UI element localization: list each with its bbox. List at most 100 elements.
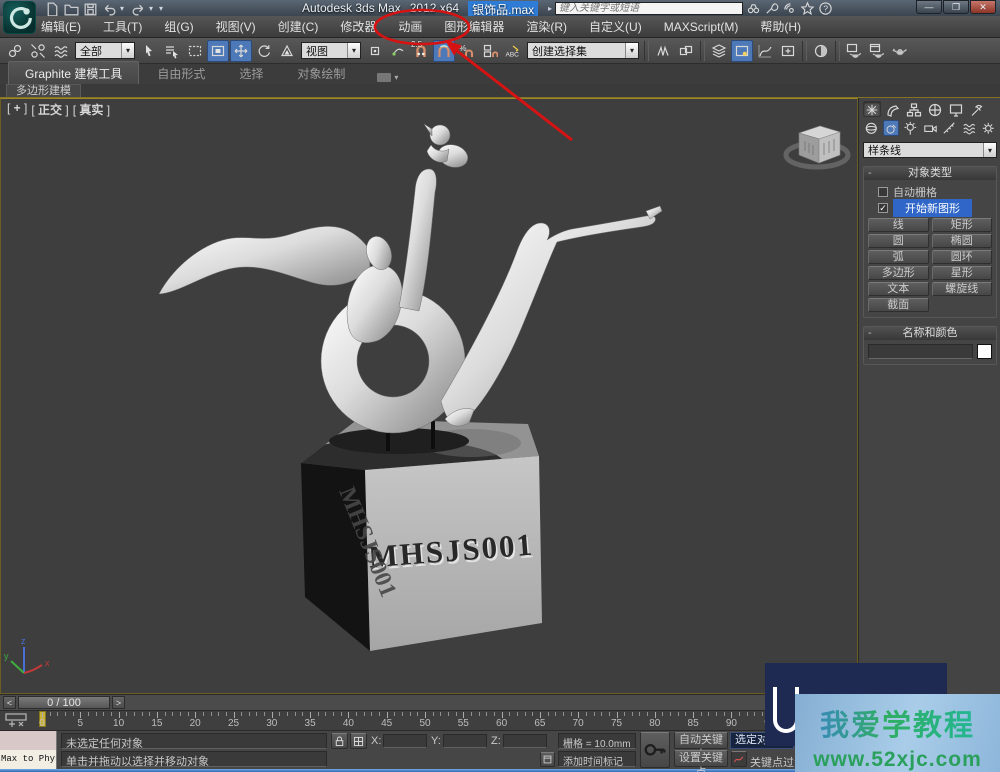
maximize-button[interactable]: ❒ bbox=[943, 0, 969, 14]
z-coordinate-field[interactable] bbox=[503, 734, 547, 748]
dropdown-arrow-icon[interactable]: ▾ bbox=[625, 43, 638, 58]
shape-button-多边形[interactable]: 多边形 bbox=[868, 266, 929, 280]
unlink-selection[interactable] bbox=[27, 40, 49, 62]
favorites-star-icon[interactable] bbox=[800, 1, 815, 16]
set-keys-button[interactable] bbox=[640, 732, 670, 768]
ribbon-tab-Graphite 建模工具[interactable]: Graphite 建模工具 bbox=[8, 61, 140, 84]
reference-coordinate-system-dropdown[interactable]: 视图 ▾ bbox=[301, 42, 361, 59]
select-and-move[interactable] bbox=[230, 39, 252, 62]
shape-category-dropdown[interactable]: 样条线 ▾ bbox=[863, 142, 997, 158]
cameras-category[interactable] bbox=[922, 120, 939, 136]
shape-button-截面[interactable]: 截面 bbox=[868, 298, 929, 312]
spacewarps-category[interactable] bbox=[961, 120, 978, 136]
default-in-out-tangent-icon[interactable] bbox=[731, 751, 747, 767]
add-time-tag[interactable]: 添加时间标记 bbox=[558, 751, 636, 767]
snap-toggle-2-5d[interactable]: 2.5 bbox=[410, 40, 432, 62]
ribbon-tab-对象绘制[interactable]: 对象绘制 bbox=[281, 62, 361, 84]
select-object[interactable] bbox=[138, 40, 160, 62]
create-tab[interactable] bbox=[863, 101, 881, 117]
name-color-rollout-header[interactable]: - 名称和颜色 bbox=[864, 327, 996, 340]
previous-frame-button[interactable]: < bbox=[3, 696, 16, 709]
shape-button-弧[interactable]: 弧 bbox=[868, 250, 929, 264]
menu-item-编辑(E)[interactable]: 编辑(E) bbox=[30, 15, 92, 38]
helpers-category[interactable] bbox=[941, 120, 958, 136]
object-type-rollout-header[interactable]: - 对象类型 bbox=[864, 167, 996, 180]
ribbon-minimize-control[interactable]: ▾ bbox=[377, 73, 398, 84]
select-and-rotate[interactable] bbox=[253, 40, 275, 62]
bind-to-space-warp[interactable] bbox=[50, 40, 72, 62]
select-and-link[interactable] bbox=[4, 40, 26, 62]
object-name-input[interactable] bbox=[868, 344, 973, 359]
selection-filter-dropdown[interactable]: 全部 ▾ bbox=[75, 42, 135, 59]
undo-button[interactable] bbox=[101, 1, 118, 16]
material-editor[interactable] bbox=[810, 40, 832, 62]
shape-button-星形[interactable]: 星形 bbox=[931, 266, 992, 280]
menu-item-动画[interactable]: 动画 bbox=[387, 15, 433, 38]
viewport-menu-pov[interactable]: [ 正交 ] bbox=[30, 101, 69, 118]
dancer-statue[interactable] bbox=[158, 123, 663, 454]
angle-snap-toggle[interactable] bbox=[433, 39, 455, 62]
graphite-ribbon-toggle[interactable] bbox=[731, 39, 753, 62]
schematic-view[interactable] bbox=[777, 40, 799, 62]
start-new-shape-checkbox[interactable]: ✓ bbox=[878, 203, 888, 213]
menu-item-MAXScript(M)[interactable]: MAXScript(M) bbox=[653, 17, 750, 37]
use-pivot-point-center[interactable] bbox=[364, 40, 386, 62]
search-expand-icon[interactable]: ▸ bbox=[548, 4, 552, 13]
save-file-button[interactable] bbox=[82, 1, 99, 16]
menu-item-创建(C)[interactable]: 创建(C) bbox=[267, 15, 330, 38]
application-menu-button[interactable] bbox=[3, 1, 36, 34]
rectangular-selection-region[interactable] bbox=[184, 40, 206, 62]
shape-button-椭圆[interactable]: 椭圆 bbox=[931, 234, 992, 248]
utilities-tab[interactable] bbox=[968, 101, 986, 117]
viewport[interactable]: [ + ] [ 正交 ] [ 真实 ] MHSJS001 MHSJS001 MH… bbox=[0, 98, 858, 694]
menu-item-图形编辑器[interactable]: 图形编辑器 bbox=[433, 15, 515, 38]
menu-item-视图(V)[interactable]: 视图(V) bbox=[205, 15, 267, 38]
menu-item-自定义(U)[interactable]: 自定义(U) bbox=[578, 15, 653, 38]
time-slider-handle[interactable]: 0 / 100 bbox=[18, 696, 110, 709]
menu-item-工具(T)[interactable]: 工具(T) bbox=[92, 15, 153, 38]
menu-item-修改器[interactable]: 修改器 bbox=[329, 15, 387, 38]
shape-button-圆环[interactable]: 圆环 bbox=[931, 250, 992, 264]
viewport-menu-general[interactable]: [ + ] bbox=[6, 101, 28, 118]
shape-button-矩形[interactable]: 矩形 bbox=[931, 218, 992, 232]
autogrid-checkbox[interactable] bbox=[878, 187, 888, 197]
undo-caret[interactable]: ▾ bbox=[120, 4, 128, 13]
shape-button-圆[interactable]: 圆 bbox=[868, 234, 929, 248]
dropdown-arrow-icon[interactable]: ▾ bbox=[121, 43, 134, 58]
maxscript-listener-macro-pane[interactable] bbox=[0, 731, 57, 750]
curve-editor[interactable] bbox=[754, 40, 776, 62]
redo-button[interactable] bbox=[130, 1, 147, 16]
shapes-category[interactable] bbox=[882, 120, 900, 136]
maxscript-mini-listener[interactable]: Max to Physcs ( bbox=[0, 750, 57, 769]
dropdown-arrow-icon[interactable]: ▾ bbox=[347, 43, 360, 58]
tab-polygon-modeling[interactable]: 多边形建模 bbox=[6, 84, 81, 97]
communication-center-icon[interactable] bbox=[782, 1, 797, 15]
systems-category[interactable] bbox=[980, 120, 997, 136]
mirror[interactable] bbox=[652, 40, 674, 62]
align[interactable] bbox=[675, 40, 697, 62]
menu-item-帮助(H)[interactable]: 帮助(H) bbox=[749, 15, 812, 38]
menu-item-渲染(R)[interactable]: 渲染(R) bbox=[515, 15, 578, 38]
minimize-button[interactable]: — bbox=[916, 0, 942, 14]
select-and-manipulate[interactable] bbox=[387, 40, 409, 62]
shape-button-文本[interactable]: 文本 bbox=[868, 282, 929, 296]
viewcube[interactable] bbox=[783, 125, 851, 170]
open-mini-curve-editor-icon[interactable] bbox=[5, 713, 27, 728]
x-coordinate-field[interactable] bbox=[383, 734, 427, 748]
set-key-button[interactable]: 设置关键点 bbox=[674, 750, 728, 772]
rendered-frame-window[interactable] bbox=[866, 40, 888, 62]
menu-item-组(G)[interactable]: 组(G) bbox=[153, 15, 204, 38]
help-icon[interactable]: ? bbox=[818, 1, 833, 15]
motion-tab[interactable] bbox=[926, 101, 944, 117]
open-file-button[interactable] bbox=[63, 1, 80, 16]
lights-category[interactable] bbox=[902, 120, 919, 136]
search-icon[interactable] bbox=[746, 1, 761, 15]
select-and-uniform-scale[interactable] bbox=[276, 40, 298, 62]
auto-key-button[interactable]: 自动关键点 bbox=[674, 732, 728, 761]
y-coordinate-field[interactable] bbox=[443, 734, 487, 748]
edit-named-selection-sets[interactable]: ABC bbox=[502, 40, 524, 62]
ribbon-tab-自由形式[interactable]: 自由形式 bbox=[141, 62, 221, 84]
render-setup[interactable] bbox=[843, 40, 865, 62]
shape-button-螺旋线[interactable]: 螺旋线 bbox=[931, 282, 992, 296]
named-selection-sets-dropdown[interactable]: 创建选择集 ▾ bbox=[527, 42, 639, 59]
